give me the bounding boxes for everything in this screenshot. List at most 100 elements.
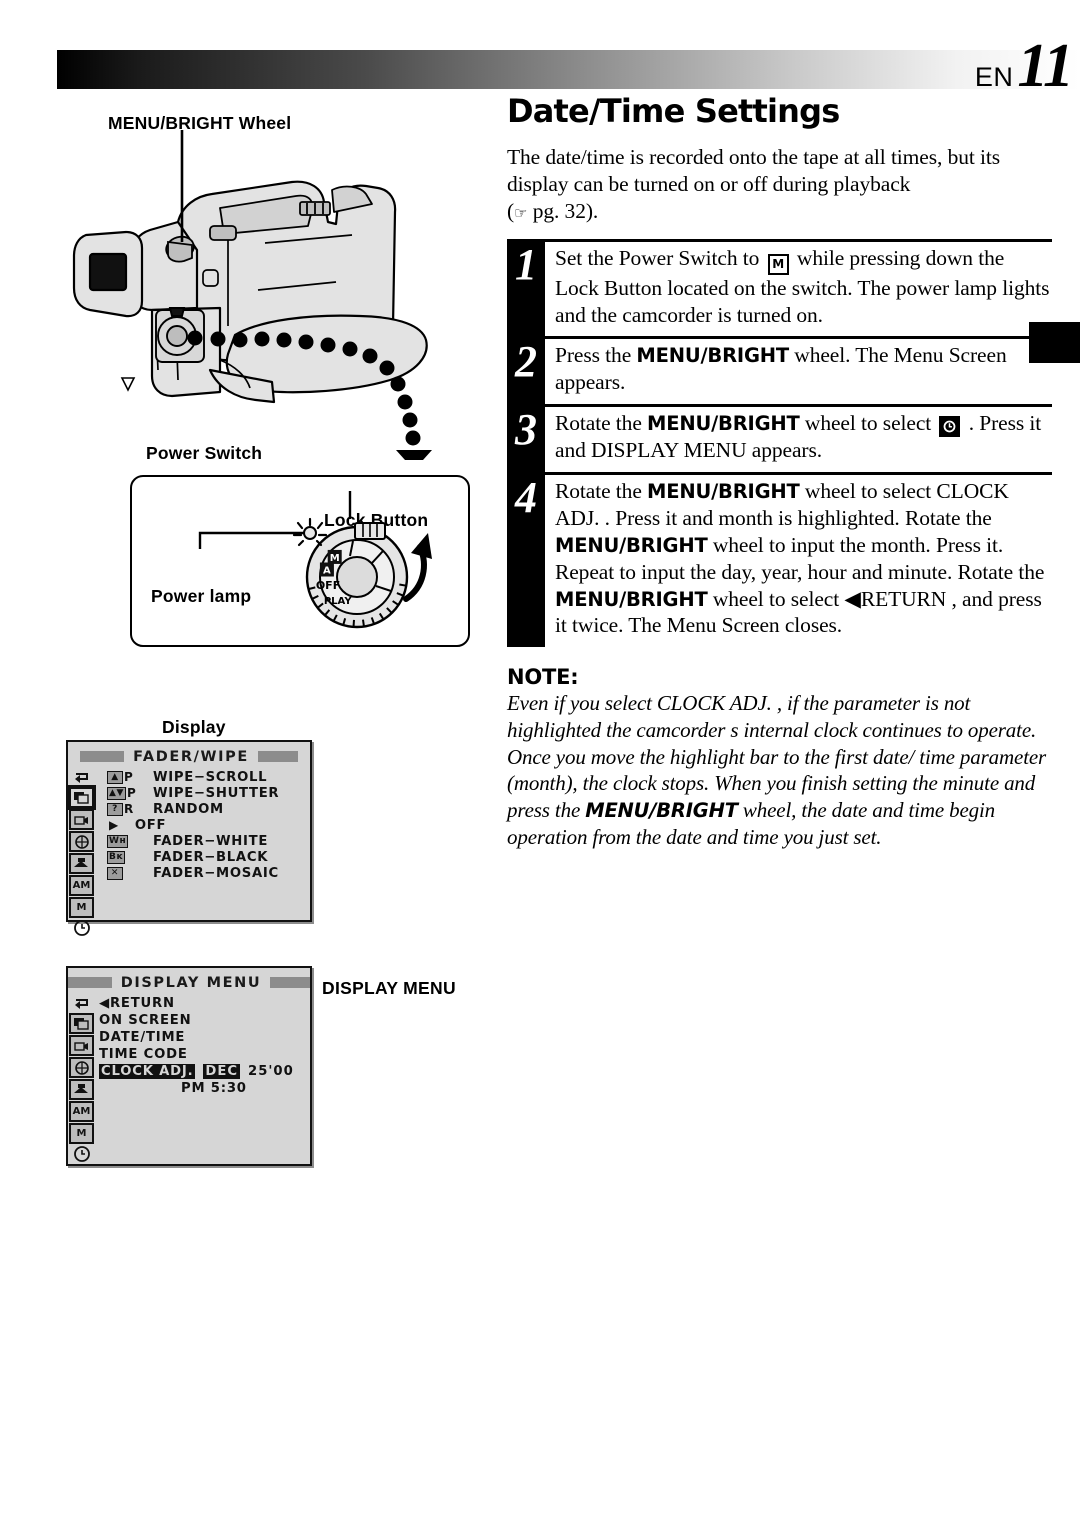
item-icon-slot: ✕ [95,866,153,880]
clock-time-row[interactable]: PM 5:30 [95,1080,310,1097]
note-block: NOTE: Even if you select CLOCK ADJ. , if… [507,665,1052,850]
fade-icon[interactable] [69,1079,94,1100]
list-item[interactable]: ✕ FADER−MOSAIC [95,865,310,881]
pointing-hand-icon: ☞ [514,204,528,223]
fader-white-icon: Wʜ [107,834,129,848]
step-4-bold-term-1: MENU/BRIGHT [647,480,800,504]
clock-icon[interactable] [71,919,92,936]
lcd-fader-wipe-screen: FADER/WIPE AM M ▲ P WIPE−SCROLL ▲▼ P WIP… [66,740,312,936]
clock-icon[interactable] [71,1145,92,1162]
header-gradient-band [57,50,1080,89]
step-4-bold-term-2: MENU/BRIGHT [555,533,708,557]
clock-month-value-highlighted[interactable]: DEC [203,1064,241,1079]
list-item-date-time[interactable]: DATE/TIME [95,1029,310,1046]
list-item-time-code[interactable]: TIME CODE [95,1046,310,1063]
intro-page-ref: pg. 32). [532,199,599,224]
step-3-bold-term: MENU/BRIGHT [647,412,800,436]
item-label: OFF [134,817,167,833]
item-label: FADER−BLACK [153,849,269,865]
camera-icon[interactable] [69,809,94,830]
step-2-text-a: Press the [555,343,632,368]
step-number: 3 [507,407,545,473]
page-number-block: EN 11 [974,35,1074,97]
note-bold-term: MENU/BRIGHT [585,798,738,822]
lcd-display-menu-title-row: DISPLAY MENU [68,968,310,993]
step-text: Rotate the MENU/BRIGHT wheel to select .… [545,407,1052,472]
list-item-selected[interactable]: ▶ OFF [95,817,310,833]
display-menu-callout-label: DISPLAY MENU [322,978,456,998]
power-switch-detail-box: Lock Button Power lamp M A OFF PLAY [130,475,470,647]
step-3-text-b: wheel to select [804,411,932,436]
lcd-display-menu-screen: DISPLAY MENU AM M ◀RETURN ON SCREEN DATE… [66,966,312,1166]
step-3-text-a: Rotate the [555,411,642,436]
list-item[interactable]: Bᴋ FADER−BLACK [95,849,310,865]
item-icon-suffix: R [124,802,134,816]
fader-mosaic-icon: ✕ [107,866,123,880]
item-label: FADER−WHITE [153,833,269,849]
item-label: WIPE−SCROLL [153,769,268,785]
title-bar-right [270,977,310,988]
step-text: Press the MENU/BRIGHT wheel. The Menu Sc… [545,339,1052,404]
note-part-2: wheel, the date and time begin operation… [507,797,996,849]
lcd-display-menu-list: ◀RETURN ON SCREEN DATE/TIME TIME CODE CL… [95,993,310,1162]
am-icon[interactable]: AM [69,875,94,896]
svg-text:OFF: OFF [316,579,340,592]
item-icon-slot: ▲▼ P [95,786,153,800]
list-item-on-screen[interactable]: ON SCREEN [95,1012,310,1029]
step-4-bold-term-3: MENU/BRIGHT [555,587,708,611]
m-icon[interactable]: M [69,897,94,918]
camcorder-illustration [72,130,432,460]
item-label: DATE/TIME [99,1030,186,1045]
m-icon[interactable]: M [69,1123,94,1144]
list-item-return[interactable]: ◀RETURN [95,995,310,1012]
list-item[interactable]: Wʜ FADER−WHITE [95,833,310,849]
list-item[interactable]: ▲▼ P WIPE−SHUTTER [95,785,310,801]
item-label: FADER−MOSAIC [153,865,279,881]
clock-date-value[interactable]: 25'00 [248,1064,294,1079]
rotation-arrow-icon [403,533,432,602]
list-item-clock-adj[interactable]: CLOCK ADJ. DEC 25'00 [95,1063,310,1080]
wipe-scroll-icon: ▲ [107,770,123,784]
step-number: 2 [507,339,545,405]
item-label: RANDOM [153,801,224,817]
page-language-label: EN [974,62,1014,92]
effect-icon[interactable] [69,1057,94,1078]
list-item[interactable]: ? R RANDOM [95,801,310,817]
camera-icon[interactable] [69,1035,94,1056]
title-bar-right [257,751,298,762]
clock-icon [939,416,961,438]
lcd-display-menu-icon-rail: AM M [68,993,95,1162]
step-4-seg3-b: wheel to select [712,586,840,611]
procedure-steps: 1 Set the Power Switch to M while pressi… [507,239,1052,648]
wipe-icon[interactable] [69,1013,94,1034]
wipe-icon[interactable] [69,787,94,808]
step-2: 2 Press the MENU/BRIGHT wheel. The Menu … [507,336,1052,405]
manual-mode-icon: M [767,253,789,275]
fade-icon[interactable] [69,853,94,874]
item-icon-slot: Bᴋ [95,850,153,864]
item-icon-slot: ? R [95,802,153,816]
step-number: 4 [507,475,545,648]
step-1: 1 Set the Power Switch to M while pressi… [507,239,1052,337]
clock-time-value: PM 5:30 [181,1081,247,1096]
step-1-text-a: Set the Power Switch to [555,246,760,271]
step-4-seg2-a: Rotate the [904,505,992,530]
step-2-bold-term: MENU/BRIGHT [636,344,789,368]
item-label: ON SCREEN [99,1013,192,1028]
note-heading: NOTE: [507,665,579,690]
list-item[interactable]: ▲ P WIPE−SCROLL [95,769,310,785]
title-bar-left [80,751,125,762]
lcd-fader-title-row: FADER/WIPE [68,742,310,767]
fader-black-icon: Bᴋ [107,850,126,864]
step-text: Set the Power Switch to M while pressing… [545,242,1052,336]
intro-line-2: display can be turned on or off during p… [507,172,911,197]
title-bar-left [68,977,112,988]
effect-icon[interactable] [69,831,94,852]
page-title: Date/Time Settings [507,92,840,130]
return-icon[interactable] [71,769,92,786]
lcd-display-menu-body: AM M ◀RETURN ON SCREEN DATE/TIME TIME CO… [68,993,310,1162]
am-icon[interactable]: AM [69,1101,94,1122]
item-label: WIPE−SHUTTER [153,785,280,801]
return-icon[interactable] [71,995,92,1012]
intro-paragraph: The date/time is recorded onto the tape … [507,145,1001,224]
